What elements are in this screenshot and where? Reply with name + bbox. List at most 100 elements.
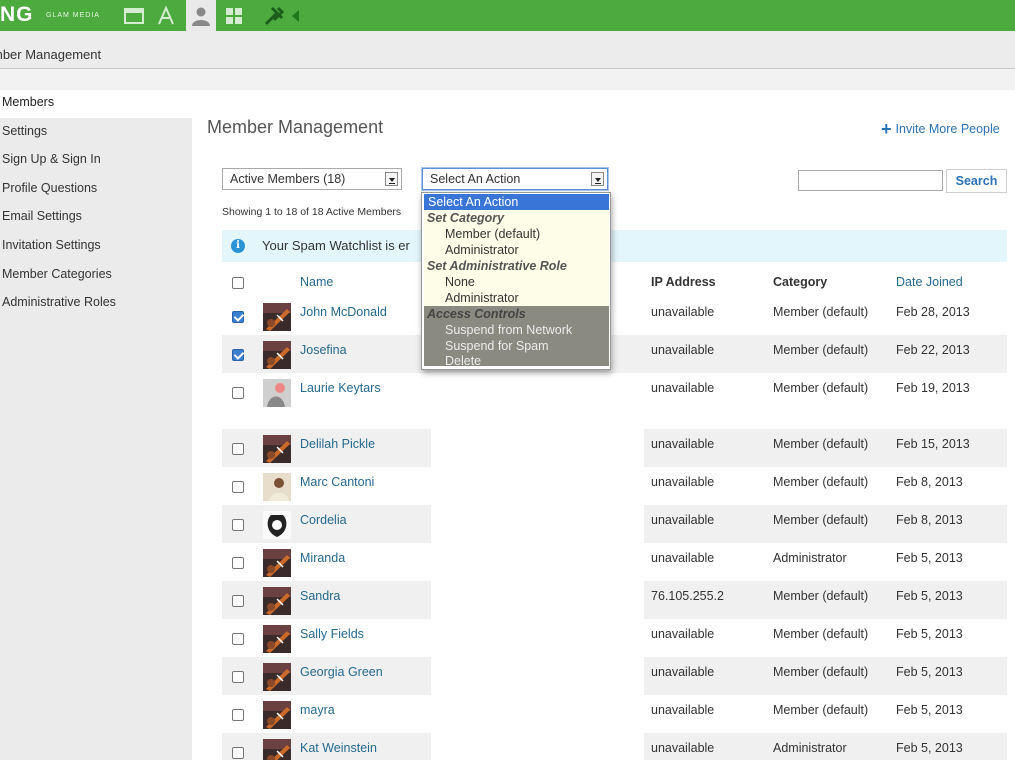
table-row: Delilah Pickle unavailable Member (default… [222,429,1007,467]
avatar[interactable] [263,587,291,615]
table-row: Georgia Green unavailable Member (default)… [222,657,1007,695]
row-checkbox[interactable] [232,519,244,531]
sidebar-item-label: Member Categories [2,267,112,281]
ip-address: unavailable [651,305,715,319]
member-name[interactable]: Miranda [300,551,345,565]
member-name[interactable]: Kat Weinstein [300,741,377,755]
sidebar-item-settings[interactable]: Settings [0,119,192,147]
member-category: Member (default) [773,381,869,395]
search-button[interactable]: Search [946,169,1007,193]
avatar[interactable] [263,549,291,577]
sidebar-item-sign-up-sign-in[interactable]: Sign Up & Sign In [0,147,192,175]
results-count: Showing 1 to 18 of 18 Active Members [222,206,402,218]
table-row: mayra unavailable Member (default) Feb 5, 2… [222,695,1007,733]
member-name[interactable]: Josefina [300,343,347,357]
ip-address: unavailable [651,381,715,395]
row-checkbox[interactable] [232,443,244,455]
sidebar-item-email-settings[interactable]: Email Settings [0,204,192,232]
app-store-icon[interactable] [154,4,178,28]
member-name[interactable]: John McDonald [300,305,387,319]
avatar[interactable] [263,511,291,539]
members-tab-active[interactable] [186,0,216,31]
member-category: Member (default) [773,589,869,603]
dropdown-arrow-icon [591,172,604,186]
ip-address: unavailable [651,703,715,717]
date-joined: Feb 5, 2013 [896,551,963,565]
option-select-an-action[interactable]: Select An Action [424,194,609,210]
member-name[interactable]: Marc Cantoni [300,475,374,489]
member-category: Member (default) [773,665,869,679]
row-checkbox[interactable] [232,481,244,493]
action-select[interactable]: Select An Action [422,168,608,190]
info-icon: i [231,239,245,253]
option-member-default[interactable]: Member (default) [424,226,609,242]
member-category: Administrator [773,551,847,565]
option-suspend-from-network[interactable]: Suspend from Network [424,322,609,338]
ip-address: unavailable [651,741,715,755]
row-checkbox[interactable] [232,311,244,323]
member-category: Member (default) [773,627,869,641]
invite-more-people-link[interactable]: + Invite More People [881,119,1000,140]
option-administrator[interactable]: Administrator [424,242,609,258]
notice-text: Your Spam Watchlist is er [262,238,410,253]
option-role-administrator[interactable]: Administrator [424,290,609,306]
column-header-category: Category [773,275,828,289]
member-category: Member (default) [773,513,869,527]
person-icon [189,4,213,28]
row-checkbox[interactable] [232,387,244,399]
header-spacer [0,69,1015,90]
sidebar-item-administrative-roles[interactable]: Administrative Roles [0,290,192,318]
row-checkbox[interactable] [232,671,244,683]
avatar[interactable] [263,435,291,463]
avatar[interactable] [263,341,291,369]
member-name[interactable]: Delilah Pickle [300,437,375,451]
column-header-ip: IP Address [651,275,716,289]
option-delete[interactable]: Delete [424,354,609,366]
row-checkbox[interactable] [232,557,244,569]
avatar[interactable] [263,379,291,407]
avatar[interactable] [263,625,291,653]
member-name[interactable]: Georgia Green [300,665,383,679]
option-suspend-for-spam[interactable]: Suspend for Spam [424,338,609,354]
select-all-checkbox[interactable] [232,277,244,289]
date-joined: Feb 5, 2013 [896,589,963,603]
column-header-name[interactable]: Name [300,275,333,289]
grid-icon[interactable] [222,4,246,28]
row-checkbox[interactable] [232,595,244,607]
member-name[interactable]: Sandra [300,589,340,603]
member-name[interactable]: Sally Fields [300,627,364,641]
row-checkbox[interactable] [232,709,244,721]
row-gap [431,581,644,619]
avatar[interactable] [263,739,291,760]
row-checkbox[interactable] [232,747,244,759]
member-name[interactable]: Laurie Keytars [300,381,381,395]
collapse-arrow-icon[interactable] [292,10,299,22]
date-joined: Feb 5, 2013 [896,741,963,755]
member-name[interactable]: Cordelia [300,513,347,527]
date-joined: Feb 5, 2013 [896,703,963,717]
table-row: Sandra 76.105.255.2 Member (default) Feb 5,… [222,581,1007,619]
row-checkbox[interactable] [232,349,244,361]
column-header-date-joined[interactable]: Date Joined [896,275,963,289]
option-role-none[interactable]: None [424,274,609,290]
member-name[interactable]: mayra [300,703,335,717]
member-filter-select[interactable]: Active Members (18) [222,168,402,190]
member-category: Member (default) [773,305,869,319]
avatar[interactable] [263,663,291,691]
table-row: John McDonald unavailable Member (default)… [222,297,1007,335]
browser-window-icon[interactable] [122,4,146,28]
logo[interactable]: NG [0,3,34,27]
row-checkbox[interactable] [232,633,244,645]
sidebar-item-profile-questions[interactable]: Profile Questions [0,176,192,204]
table-row: Laurie Keytars unavailable Member (default… [222,373,1007,429]
avatar[interactable] [263,303,291,331]
avatar[interactable] [263,701,291,729]
avatar[interactable] [263,473,291,501]
tools-icon[interactable] [262,4,286,28]
date-joined: Feb 28, 2013 [896,305,970,319]
search-input[interactable] [798,170,943,191]
sidebar-item-members[interactable]: Members [0,90,192,118]
sidebar-item-member-categories[interactable]: Member Categories [0,262,192,290]
sidebar-item-invitation-settings[interactable]: Invitation Settings [0,233,192,261]
date-joined: Feb 8, 2013 [896,513,963,527]
